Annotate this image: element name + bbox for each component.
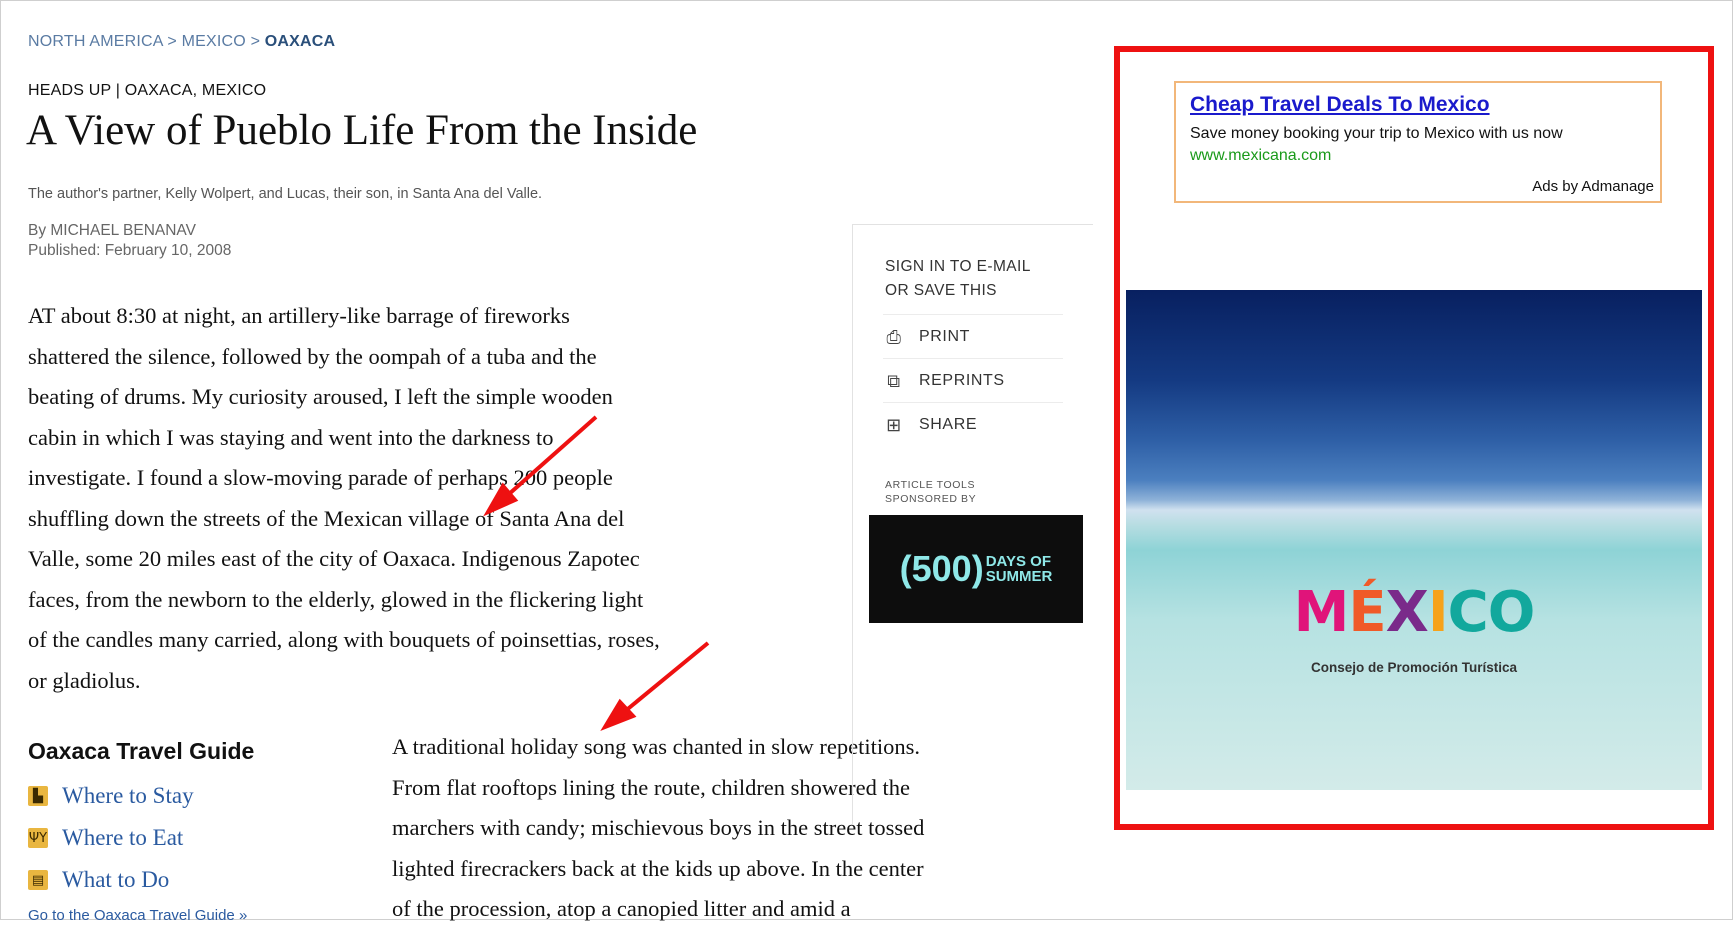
article-kicker: HEADS UP | OAXACA, MEXICO bbox=[28, 82, 267, 99]
plus-box-icon: ⊞ bbox=[886, 414, 902, 436]
bed-icon: ▙ bbox=[28, 786, 48, 806]
text-line: beating of drums. My curiosity aroused, … bbox=[28, 384, 613, 409]
guide-item-what-to-do[interactable]: ▤ What to Do bbox=[28, 859, 254, 901]
travel-guide-title: Oaxaca Travel Guide bbox=[28, 738, 255, 764]
sponsor-ad-500-days[interactable]: (500) DAYS OF SUMMER bbox=[869, 515, 1083, 623]
banner-subtitle: Consejo de Promoción Turística bbox=[1310, 660, 1518, 675]
sign-in-line-1[interactable]: SIGN IN TO E-MAIL bbox=[885, 255, 1031, 279]
sponsored-by-label: ARTICLE TOOLS SPONSORED BY bbox=[885, 478, 976, 506]
guide-item-where-to-stay[interactable]: ▙ Where to Stay bbox=[28, 775, 254, 817]
ad-url[interactable]: www.mexicana.com bbox=[1190, 147, 1646, 165]
photo-caption: The author's partner, Kelly Wolpert, and… bbox=[28, 186, 543, 202]
list-icon: ▤ bbox=[28, 870, 48, 890]
sponsor-ad-text: DAYS OF SUMMER bbox=[986, 554, 1053, 584]
text-line: investigate. I found a slow-moving parad… bbox=[28, 465, 613, 490]
mexico-logo: MÉXICO bbox=[1293, 580, 1536, 645]
article-tools: SIGN IN TO E-MAIL OR SAVE THIS ⎙ PRINT ⧉… bbox=[852, 224, 1093, 825]
share-label[interactable]: SHARE bbox=[919, 416, 977, 434]
breadcrumb: NORTH AMERICA > MEXICO > OAXACA bbox=[28, 33, 335, 51]
printer-icon: ⎙ bbox=[886, 326, 902, 348]
utensils-icon: ΨΥ bbox=[28, 828, 48, 848]
breadcrumb-current[interactable]: OAXACA bbox=[265, 33, 336, 50]
text-line: faces, from the newborn to the elderly, … bbox=[28, 586, 644, 612]
reprints-label[interactable]: REPRINTS bbox=[919, 372, 1005, 390]
guide-item-label[interactable]: Where to Eat bbox=[62, 825, 183, 851]
sponsor-ad-number: (500) bbox=[899, 548, 984, 589]
text-line: AT about 8:30 at night, an artillery-lik… bbox=[28, 303, 570, 328]
mexico-tourism-banner[interactable]: MÉXICO Consejo de Promoción Turística bbox=[1126, 290, 1702, 790]
sponsor-line-2: SPONSORED BY bbox=[885, 493, 977, 505]
guide-item-label[interactable]: What to Do bbox=[62, 867, 169, 893]
reprints-button[interactable]: ⧉ REPRINTS bbox=[883, 358, 1063, 403]
text-line: of the candles many carried, along with … bbox=[28, 627, 660, 652]
print-label[interactable]: PRINT bbox=[919, 328, 970, 346]
published-date: Published: February 10, 2008 bbox=[28, 242, 232, 259]
breadcrumb-path[interactable]: NORTH AMERICA > MEXICO > bbox=[28, 33, 265, 50]
text-line: shattered the silence, followed by the o… bbox=[28, 343, 597, 369]
text-line: cabin in which I was staying and went in… bbox=[28, 424, 554, 450]
travel-guide: Oaxaca Travel Guide ▙ Where to Stay ΨΥ W… bbox=[28, 738, 254, 924]
sponsor-ad-text-2: SUMMER bbox=[985, 568, 1053, 585]
guide-item-label[interactable]: Where to Stay bbox=[62, 783, 194, 809]
ads-by-label[interactable]: Ads by Admanage bbox=[1532, 178, 1654, 195]
ad-highlight-box: Cheap Travel Deals To Mexico Save money … bbox=[1114, 46, 1714, 830]
text-line: or gladiolus. bbox=[28, 667, 141, 693]
article-paragraph-1: AT about 8:30 at night, an artillery-lik… bbox=[28, 296, 858, 701]
print-button[interactable]: ⎙ PRINT bbox=[883, 314, 1063, 359]
sponsor-ad-text-1: DAYS OF bbox=[985, 553, 1051, 570]
text-line: shuffling down the streets of the Mexica… bbox=[28, 505, 625, 531]
article-headline: A View of Pueblo Life From the Inside bbox=[26, 107, 698, 154]
ad-title-link[interactable]: Cheap Travel Deals To Mexico bbox=[1190, 93, 1646, 117]
sign-in-line-2[interactable]: OR SAVE THIS bbox=[885, 279, 1031, 303]
guide-item-where-to-eat[interactable]: ΨΥ Where to Eat bbox=[28, 817, 254, 859]
text-line: Valle, some 20 miles east of the city of… bbox=[28, 546, 640, 571]
text-line: of the procession, atop a canopied litte… bbox=[392, 896, 851, 921]
byline: By MICHAEL BENANAV bbox=[28, 222, 196, 239]
travel-guide-link[interactable]: Go to the Oaxaca Travel Guide » bbox=[28, 907, 254, 924]
share-button[interactable]: ⊞ SHARE bbox=[883, 402, 1063, 447]
text-ad[interactable]: Cheap Travel Deals To Mexico Save money … bbox=[1174, 81, 1662, 203]
text-line: lighted firecrackers back at the kids up… bbox=[392, 855, 924, 881]
sign-in-link[interactable]: SIGN IN TO E-MAIL OR SAVE THIS bbox=[885, 255, 1031, 303]
ad-description: Save money booking your trip to Mexico w… bbox=[1190, 125, 1563, 142]
sponsor-line-1: ARTICLE TOOLS bbox=[885, 479, 976, 491]
copies-icon: ⧉ bbox=[887, 370, 901, 392]
byline-block: By MICHAEL BENANAV Published: February 1… bbox=[28, 221, 231, 261]
